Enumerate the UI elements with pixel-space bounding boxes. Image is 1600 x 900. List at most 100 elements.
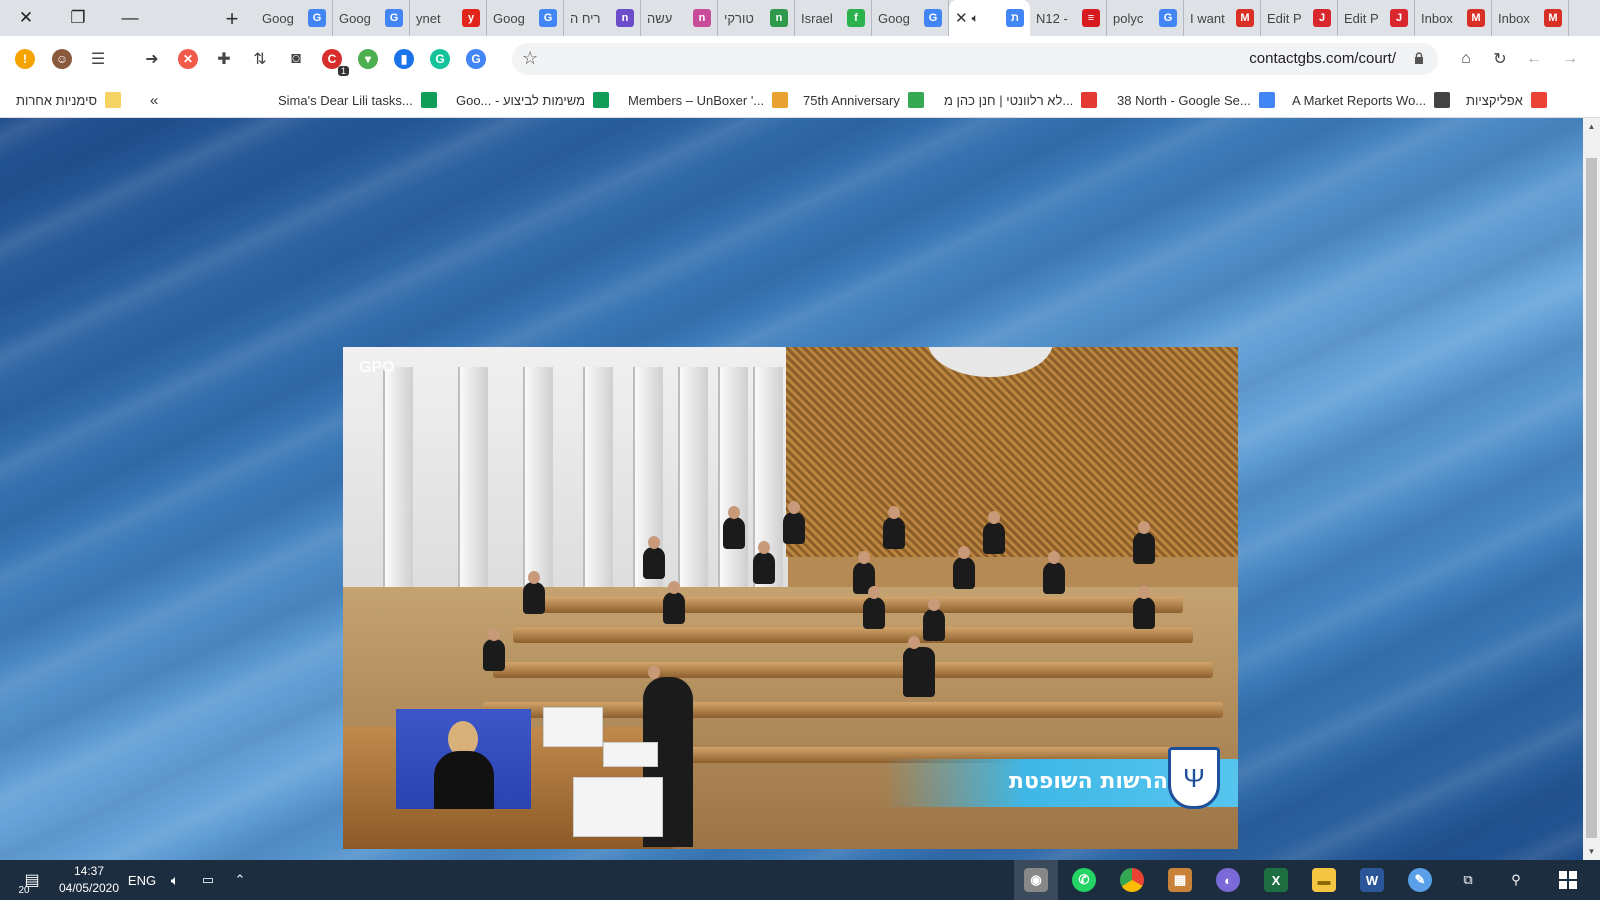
tray-extension-icon[interactable]: ▾ [354, 45, 382, 73]
extension-badge: 1 [337, 66, 349, 76]
bookmark-item[interactable]: 38 North - Google Se... [1117, 90, 1275, 110]
task-view-icon[interactable]: ⧉ [1446, 860, 1490, 900]
share-arrow-icon[interactable]: ➜ [138, 45, 166, 73]
language-indicator[interactable]: ENG [126, 860, 158, 900]
counter-extension-icon[interactable]: C1 [318, 45, 349, 76]
chrome-icon[interactable] [1110, 860, 1154, 900]
browser-tab[interactable]: Inbox M [1415, 0, 1492, 36]
photos-app-icon[interactable]: ▦ [1158, 860, 1202, 900]
bookmark-item[interactable]: A Market Reports Wo... [1292, 90, 1451, 110]
new-tab-button[interactable]: + [218, 5, 246, 33]
grammarly-icon[interactable]: G [426, 45, 454, 73]
profile-avatar[interactable]: ☺ [48, 45, 76, 73]
bookmark-star-icon[interactable]: ☆ [522, 48, 538, 69]
bookmark-label: A Market Reports Wo... [1292, 92, 1427, 108]
gmail-icon: M [1544, 9, 1562, 27]
clock-time: 14:37 [73, 864, 105, 878]
scroll-down-arrow-icon[interactable]: ▼ [1583, 843, 1600, 860]
wood-lattice-wall [786, 347, 1238, 557]
windows-start-icon[interactable] [1546, 860, 1590, 900]
google-translate-icon: G [539, 9, 557, 27]
file-explorer-icon[interactable]: ▬ [1302, 860, 1346, 900]
bookmark-item[interactable]: Sima's Dear Lili tasks... [278, 90, 437, 110]
bookmark-item[interactable]: Goo... - משימות לביצוע [456, 90, 610, 110]
excel-icon[interactable]: X [1254, 860, 1298, 900]
whatsapp-icon[interactable]: ✆ [1062, 860, 1106, 900]
joomla-icon: J [1313, 9, 1331, 27]
search-icon[interactable]: ⚲ [1494, 860, 1538, 900]
scroll-thumb[interactable] [1586, 158, 1597, 838]
bookmark-site-icon [1081, 92, 1098, 108]
other-bookmarks-label: סימניות אחרות [16, 92, 98, 108]
word-icon[interactable]: W [1350, 860, 1394, 900]
bookmark-item[interactable]: אפליקציות [1466, 90, 1547, 110]
browser-tab[interactable]: טורקי n [718, 0, 795, 36]
other-bookmarks[interactable]: סימניות אחרות [16, 90, 122, 110]
notification-center-icon[interactable]: ▤ 20 [14, 860, 50, 900]
browser-tab[interactable]: עשה n [641, 0, 718, 36]
browser-tab[interactable]: N12 - ≡ [1030, 0, 1107, 36]
camera-extension-icon[interactable]: ◙ [282, 45, 310, 73]
bookmark-label: 38 North - Google Se... [1117, 92, 1251, 108]
bookmark-label: Goo... - משימות לביצוע [456, 92, 586, 108]
google-translate-icon: G [308, 9, 326, 27]
restore-window-button[interactable]: ❐ [52, 0, 104, 36]
lock-icon[interactable] [1414, 52, 1424, 64]
warning-extension-icon[interactable]: ! [11, 45, 39, 73]
news-icon: n [693, 9, 711, 27]
paint-app-icon[interactable]: ✎ [1398, 860, 1442, 900]
back-arrow-icon[interactable]: ← [1520, 45, 1548, 73]
block-extension-icon[interactable]: ✕ [174, 45, 202, 73]
bookmarks-overflow-chevron-icon[interactable]: « [150, 90, 158, 110]
bookmark-item[interactable]: 75th Anniversary [803, 90, 924, 110]
gpo-watermark: GPO [359, 359, 395, 376]
tab-title: ריח ה [570, 10, 601, 26]
browser-tab[interactable]: Goog G [256, 0, 333, 36]
bookmark-item[interactable]: Members – UnBoxer '... [628, 90, 789, 110]
google-icon: G [1159, 9, 1177, 27]
tab-title: Goog [878, 10, 910, 26]
google-translate-icon: G [385, 9, 403, 27]
scroll-up-arrow-icon[interactable]: ▲ [1583, 118, 1600, 135]
sort-extension-icon[interactable]: ⇅ [246, 45, 274, 73]
taskbar-app-active[interactable]: ◉ [1014, 860, 1058, 900]
browser-tab[interactable]: Edit P J [1261, 0, 1338, 36]
minimize-window-button[interactable]: — [104, 0, 156, 36]
tab-title: Goog [493, 10, 525, 26]
volume-icon[interactable]: 🔈︎ [162, 860, 188, 900]
browser-tab[interactable]: ריח ה n [564, 0, 641, 36]
address-bar[interactable]: ☆ contactgbs.com/court/ [512, 43, 1438, 75]
browser-tab[interactable]: Inbox M [1492, 0, 1569, 36]
reading-list-icon[interactable]: ☰ [84, 45, 112, 73]
browser-tab[interactable]: Edit P J [1338, 0, 1415, 36]
reload-icon[interactable]: ↻ [1486, 45, 1514, 73]
browser-tab[interactable]: Goog G [872, 0, 949, 36]
forward-arrow-icon[interactable]: → [1556, 45, 1584, 73]
browser-tab[interactable]: Goog G [487, 0, 564, 36]
tab-close-icon[interactable]: ✕ [955, 9, 968, 27]
browser-tab[interactable]: polyc G [1107, 0, 1184, 36]
tab-audio-icon[interactable]: 🔈︎ [972, 11, 979, 26]
browser-tab[interactable]: I want M [1184, 0, 1261, 36]
url-text[interactable]: contactgbs.com/court/ [1249, 50, 1396, 67]
bookmark-extension-icon[interactable]: ▮ [390, 45, 418, 73]
browser-tab[interactable]: Israel f [795, 0, 872, 36]
browser-tab[interactable]: ynet y [410, 0, 487, 36]
bookmark-item[interactable]: לא רלוונטי | חנן כהן מ... [944, 90, 1098, 110]
close-window-button[interactable]: ✕ [0, 0, 52, 36]
home-icon[interactable]: ⌂ [1452, 45, 1480, 73]
tab-active[interactable]: ✕ 🔈︎ ת [949, 0, 1030, 36]
tab-list: Goog G Goog Gynet y Goog G ריח ה n עשה n טורקי n Isra… [256, 0, 1569, 36]
puzzle-extensions-icon[interactable]: ✚ [210, 45, 238, 73]
browser-tab[interactable]: Goog G [333, 0, 410, 36]
system-clock[interactable]: 14:37 04/05/2020 [58, 863, 120, 897]
globe-icon [1434, 92, 1451, 108]
court-video-player[interactable]: GPO הרשות השופטת Ψ [343, 347, 1238, 849]
translate-extension-icon[interactable]: G [462, 45, 490, 73]
ynet-icon: y [462, 9, 480, 27]
show-hidden-icons-chevron-icon[interactable]: ⌃ [228, 860, 252, 900]
paint3d-app-icon[interactable]: ◐ [1206, 860, 1250, 900]
feedly-icon: f [847, 9, 865, 27]
battery-icon[interactable]: ▭ [196, 860, 220, 900]
vertical-scrollbar[interactable]: ▲ ▼ [1583, 118, 1600, 860]
